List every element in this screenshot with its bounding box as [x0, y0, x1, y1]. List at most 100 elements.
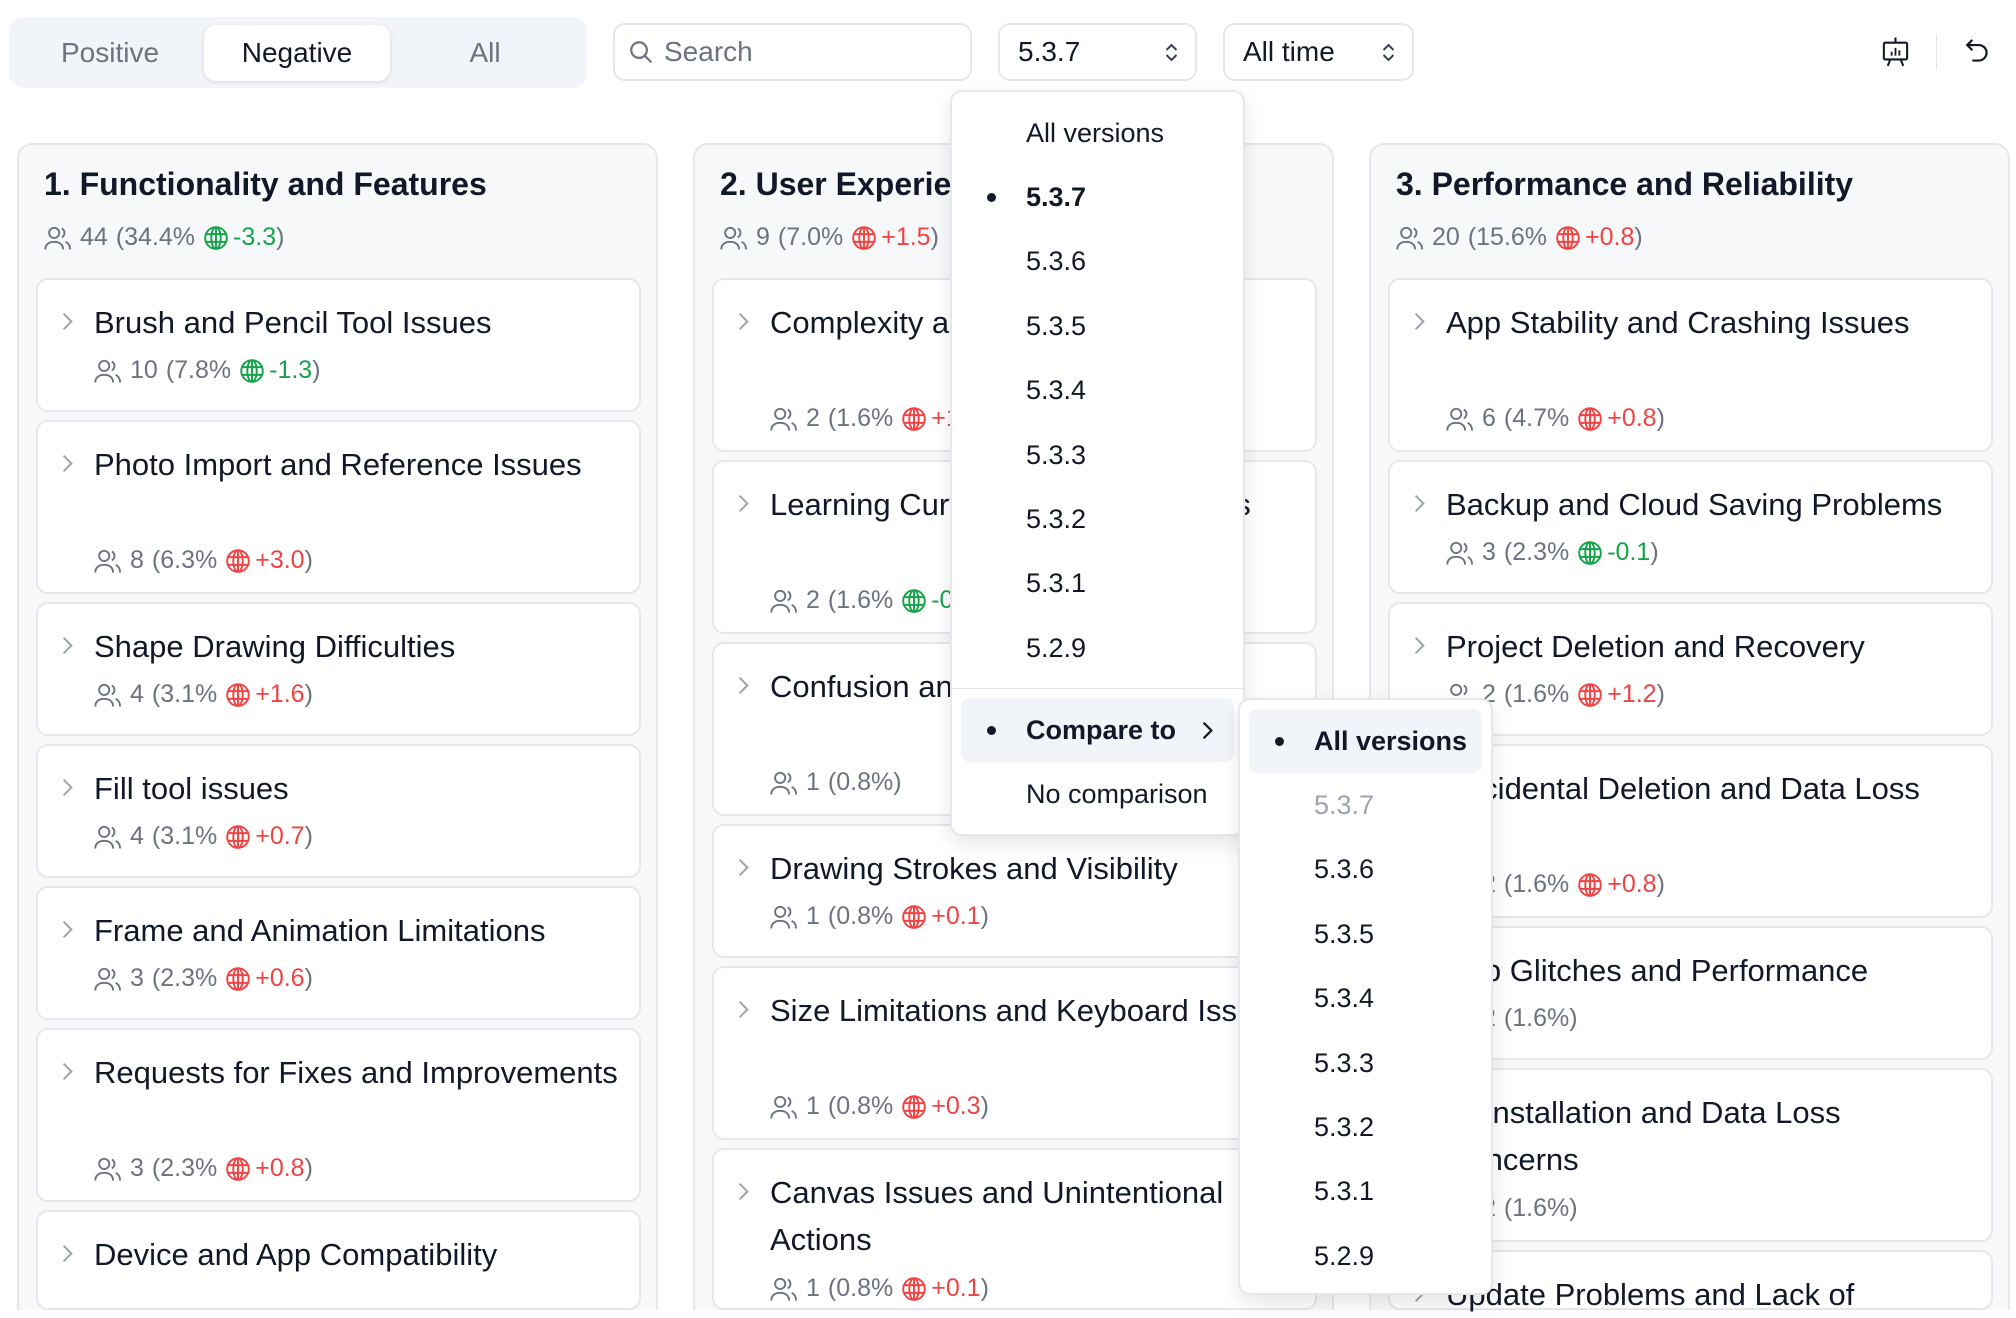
subcategory-card[interactable]: Canvas Issues and Unintentional Actions 1…: [712, 1148, 1317, 1310]
subcategory-card[interactable]: Device and App Compatibility: [36, 1210, 641, 1310]
subcategory-card[interactable]: Requests for Fixes and Improvements 3 (2.3…: [36, 1028, 641, 1202]
users-icon: [1446, 541, 1474, 565]
compare-menu-item[interactable]: All versions: [1249, 709, 1482, 773]
menu-item-version[interactable]: 5.3.1: [961, 552, 1234, 616]
users-icon: [1446, 407, 1474, 431]
close-paren: ): [304, 822, 313, 850]
menu-item-compare-to[interactable]: Compare to: [961, 698, 1234, 762]
version-label: 5.3.5: [1026, 310, 1087, 341]
subcategory-card[interactable]: App Stability and Crashing Issues 6 (4.7% +…: [1388, 278, 1993, 452]
chevron-right-icon[interactable]: [61, 1243, 74, 1264]
delta-value: +0.8: [255, 1154, 305, 1182]
respondent-count: 3: [1482, 538, 1496, 566]
respondent-count: 2: [806, 404, 820, 432]
respondent-percent: (7.8%: [165, 356, 232, 384]
tab-positive[interactable]: Positive: [17, 25, 203, 81]
users-icon: [770, 771, 798, 795]
chevron-right-icon[interactable]: [737, 857, 750, 878]
globe-icon: [240, 358, 264, 383]
version-select-value: 5.3.7: [1018, 36, 1081, 67]
users-icon: [94, 825, 122, 849]
chevron-right-icon[interactable]: [61, 919, 74, 940]
respondent-percent: (1.6%: [1503, 680, 1570, 708]
respondent-stats: 9 (7.0% +1.5): [720, 223, 939, 252]
menu-item-version[interactable]: 5.3.5: [961, 294, 1234, 358]
menu-item-version[interactable]: 5.3.7: [961, 165, 1234, 229]
chevron-right-icon[interactable]: [1413, 635, 1426, 656]
delta-value: +0.8: [1585, 223, 1635, 251]
chevron-right-icon[interactable]: [737, 1181, 750, 1202]
close-paren: ): [1656, 404, 1665, 432]
version-select[interactable]: 5.3.7: [998, 23, 1197, 81]
chevron-right-icon[interactable]: [61, 453, 74, 474]
chevron-right-icon[interactable]: [1413, 493, 1426, 514]
compare-version-label: 5.3.1: [1314, 1176, 1375, 1207]
subcategory-card[interactable]: Frame and Animation Limitations 3 (2.3% +0.…: [36, 886, 641, 1020]
compare-menu-item[interactable]: 5.3.4: [1249, 967, 1482, 1031]
undo-icon[interactable]: [1962, 36, 1993, 67]
menu-item-version[interactable]: 5.3.6: [961, 230, 1234, 294]
compare-menu-item[interactable]: 5.3.2: [1249, 1095, 1482, 1159]
respondent-stats: 3 (2.3% -0.1): [1446, 538, 1659, 567]
subcategory-card[interactable]: Brush and Pencil Tool Issues 10 (7.8% -1.3): [36, 278, 641, 412]
subcategory-card[interactable]: Fill tool issues 4 (3.1% +0.7): [36, 744, 641, 878]
subcategory-card[interactable]: Backup and Cloud Saving Problems 3 (2.3% -0…: [1388, 460, 1993, 594]
respondent-stats: 3 (2.3% +0.6): [94, 964, 313, 993]
respondent-count: 10: [130, 356, 158, 384]
menu-item-version[interactable]: 5.3.4: [961, 359, 1234, 423]
compare-menu-item[interactable]: 5.3.1: [1249, 1160, 1482, 1224]
chevron-right-icon[interactable]: [737, 311, 750, 332]
tab-negative[interactable]: Negative: [204, 25, 390, 81]
respondent-percent: (1.6%: [1503, 870, 1570, 898]
respondent-percent: (0.8%): [827, 768, 902, 796]
compare-menu-item[interactable]: 5.3.3: [1249, 1031, 1482, 1095]
compare-version-label: All versions: [1314, 725, 1468, 756]
chevron-right-icon[interactable]: [1413, 311, 1426, 332]
globe-icon: [902, 406, 926, 431]
compare-version-label: 5.3.4: [1314, 983, 1375, 1014]
menu-item-version[interactable]: 5.3.2: [961, 487, 1234, 551]
compare-menu-item[interactable]: 5.2.9: [1249, 1224, 1482, 1288]
menu-item-no-comparison[interactable]: No comparison: [961, 762, 1234, 826]
respondent-count: 3: [130, 1154, 144, 1182]
menu-item-version[interactable]: All versions: [961, 101, 1234, 165]
chevron-right-icon[interactable]: [61, 311, 74, 332]
menu-item-version[interactable]: 5.2.9: [961, 616, 1234, 680]
compare-menu-item[interactable]: 5.3.5: [1249, 902, 1482, 966]
category-column: 1. Functionality and Features 44 (34.4% -3.…: [17, 143, 658, 1310]
subcategory-card[interactable]: Size Limitations and Keyboard Issues 1 (0.…: [712, 966, 1317, 1140]
chevron-right-icon[interactable]: [737, 999, 750, 1020]
globe-icon: [1556, 225, 1580, 250]
delta-value: +1.5: [881, 223, 931, 251]
compare-version-label: 5.3.7: [1314, 789, 1375, 820]
time-select[interactable]: All time: [1223, 23, 1414, 81]
respondent-percent: (0.8%: [827, 902, 894, 930]
menu-item-version[interactable]: 5.3.3: [961, 423, 1234, 487]
version-label: 5.3.2: [1026, 503, 1087, 534]
respondent-stats: 44 (34.4% -3.3): [44, 223, 284, 252]
presentation-chart-icon[interactable]: [1880, 36, 1911, 70]
globe-icon: [902, 1276, 926, 1301]
globe-icon: [1578, 682, 1602, 707]
chevron-right-icon[interactable]: [61, 635, 74, 656]
compare-menu-item[interactable]: 5.3.6: [1249, 838, 1482, 902]
search-input[interactable]: Search: [613, 23, 972, 81]
subcategory-card[interactable]: Shape Drawing Difficulties 4 (3.1% +1.6): [36, 602, 641, 736]
subcategory-title: Frame and Animation Limitations: [94, 913, 546, 948]
respondent-stats: 1 (0.8% +0.3): [770, 1092, 989, 1121]
subcategory-card[interactable]: Drawing Strokes and Visibility 1 (0.8% +0.1…: [712, 824, 1317, 958]
subcategory-card[interactable]: Photo Import and Reference Issues 8 (6.3% +…: [36, 420, 641, 594]
globe-icon: [902, 1094, 926, 1119]
respondent-percent: (6.3%: [151, 546, 218, 574]
users-icon: [720, 226, 748, 250]
delta-value: +0.8: [1607, 404, 1657, 432]
category-title: 1. Functionality and Features: [44, 166, 487, 202]
chevron-right-icon[interactable]: [737, 493, 750, 514]
globe-icon: [1578, 872, 1602, 897]
subcategory-title: Fill tool issues: [94, 771, 289, 806]
chevron-right-icon[interactable]: [737, 675, 750, 696]
users-icon: [94, 967, 122, 991]
tab-all[interactable]: All: [392, 25, 578, 81]
chevron-right-icon[interactable]: [61, 1061, 74, 1082]
chevron-right-icon[interactable]: [61, 777, 74, 798]
